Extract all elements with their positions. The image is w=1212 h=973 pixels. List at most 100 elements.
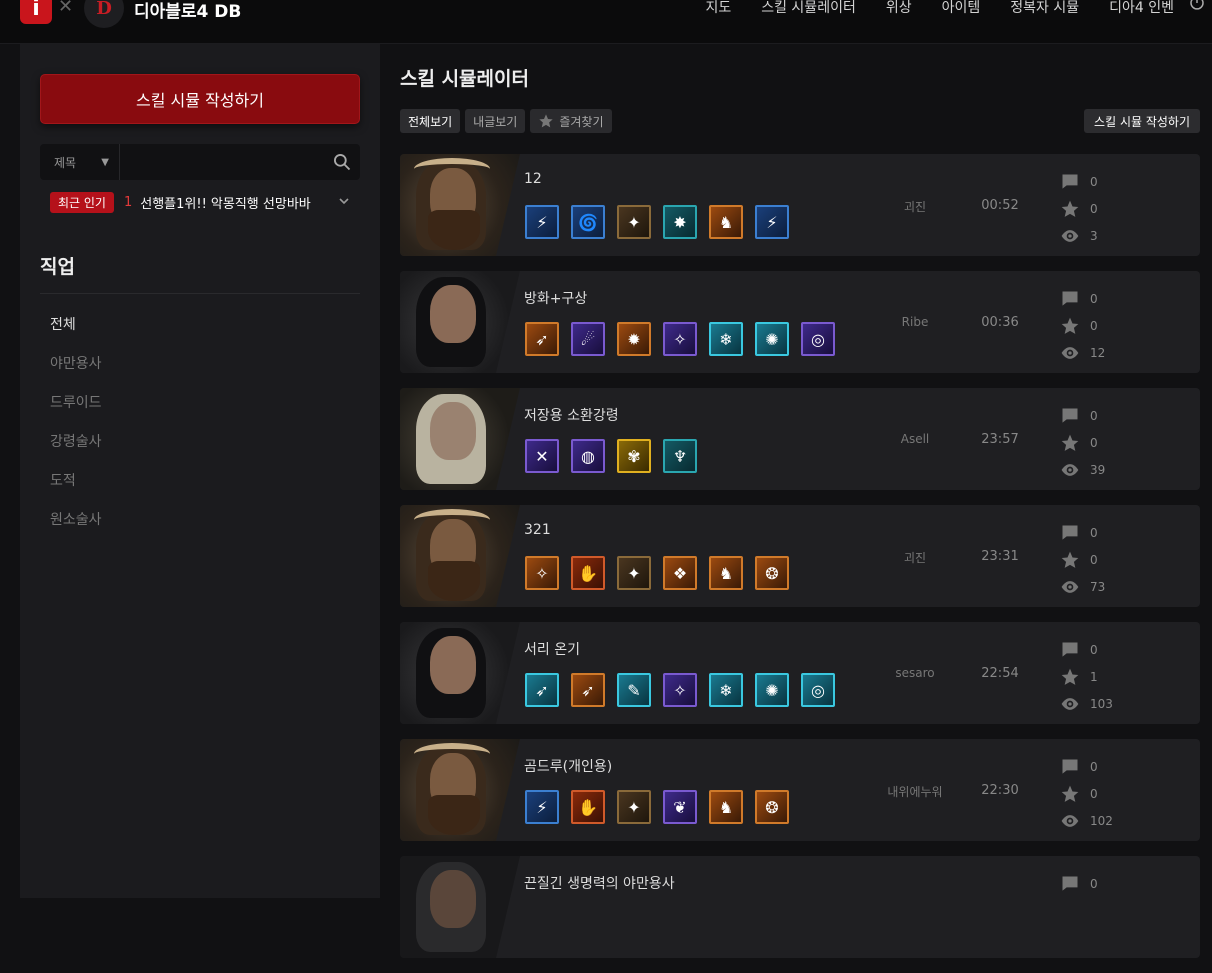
trending-post[interactable]: 최근 인기 1 선행플1위!! 악몽직행 선망바바 <box>50 191 360 213</box>
build-card[interactable]: 끈질긴 생명력의 야만용사 0 <box>400 856 1200 958</box>
class-filter-sorcerer[interactable]: 원소술사 <box>50 509 102 548</box>
eye-icon <box>1060 577 1080 597</box>
class-filter-necromancer[interactable]: 강령술사 <box>50 431 102 470</box>
view-count: 3 <box>1060 222 1098 249</box>
build-title[interactable]: 321 <box>524 522 551 538</box>
close-x-icon: ✕ <box>58 0 74 17</box>
skill-icon[interactable]: ♞ <box>709 205 743 239</box>
skill-icon[interactable]: ♞ <box>709 556 743 590</box>
star-count: 0 <box>1060 546 1105 573</box>
skill-bar: ⚡ ✋ ✦ ❦ ♞ ❂ <box>525 790 789 824</box>
search-type-select[interactable]: 제목 ▼ <box>40 144 120 180</box>
skill-bar: ➶ ☄ ✹ ✧ ❄ ✺ ◎ <box>525 322 835 356</box>
eye-icon <box>1060 460 1080 480</box>
skill-icon[interactable]: ➶ <box>525 322 559 356</box>
tab-favorites[interactable]: 즐겨찾기 <box>530 109 612 133</box>
search-icon[interactable] <box>324 144 360 180</box>
build-card[interactable]: 321 ✧ ✋ ✦ ❖ ♞ ❂ 괴진 23:31 0 0 73 <box>400 505 1200 607</box>
write-skill-sim-button[interactable]: 스킬 시뮬 작성하기 <box>40 74 360 124</box>
star-icon <box>1060 667 1080 687</box>
inven-logo[interactable]: i <box>20 0 52 24</box>
build-card[interactable]: 저장용 소환강령 ✕ ◍ ✾ ♆ Asell 23:57 0 0 39 <box>400 388 1200 490</box>
nav-map[interactable]: 지도 <box>705 0 731 17</box>
author-name: 괴진 <box>903 200 927 214</box>
comment-icon <box>1060 289 1080 309</box>
class-portrait <box>400 856 520 958</box>
class-filter-druid[interactable]: 드루이드 <box>50 392 102 431</box>
skill-icon[interactable]: ♞ <box>709 790 743 824</box>
skill-icon[interactable]: ⚡ <box>755 205 789 239</box>
skill-icon[interactable]: ➶ <box>571 673 605 707</box>
skill-icon[interactable]: ⚡ <box>525 790 559 824</box>
nav-aspects[interactable]: 위상 <box>886 0 912 17</box>
skill-bar: ⚡ 🌀 ✦ ✸ ♞ ⚡ <box>525 205 789 239</box>
skill-icon[interactable]: ✺ <box>755 322 789 356</box>
skill-icon[interactable]: ✋ <box>571 556 605 590</box>
eye-icon <box>1060 694 1080 714</box>
skill-icon[interactable]: ❄ <box>709 322 743 356</box>
skill-icon[interactable]: ✸ <box>663 205 697 239</box>
diablo-logo[interactable]: D <box>84 0 124 28</box>
skill-icon[interactable]: ◍ <box>571 439 605 473</box>
nav-paragon-sim[interactable]: 정복자 시뮬 <box>1010 0 1079 17</box>
stats: 0 1 103 <box>1060 636 1113 717</box>
site-title[interactable]: 디아블로4 DB <box>134 0 241 22</box>
skill-icon[interactable]: ❂ <box>755 556 789 590</box>
build-card[interactable]: 곰드루(개인용) ⚡ ✋ ✦ ❦ ♞ ❂ 내위에누워 22:30 0 0 102 <box>400 739 1200 841</box>
skill-icon[interactable]: ✧ <box>663 322 697 356</box>
skill-icon[interactable]: ◎ <box>801 322 835 356</box>
star-count: 0 <box>1060 195 1098 222</box>
nav-inven[interactable]: 디아4 인벤 <box>1109 0 1174 17</box>
main-nav: 지도 스킬 시뮬레이터 위상 아이템 정복자 시뮬 디아4 인벤 <box>705 0 1174 17</box>
skill-icon[interactable]: ✕ <box>525 439 559 473</box>
build-title[interactable]: 12 <box>524 171 542 187</box>
skill-icon[interactable]: ◎ <box>801 673 835 707</box>
view-count: 103 <box>1060 690 1113 717</box>
chevron-down-icon[interactable] <box>338 195 350 210</box>
skill-icon[interactable]: ❖ <box>663 556 697 590</box>
skill-icon[interactable]: ❦ <box>663 790 697 824</box>
power-icon[interactable] <box>1188 0 1206 12</box>
skill-bar: ✧ ✋ ✦ ❖ ♞ ❂ <box>525 556 789 590</box>
search-input[interactable] <box>120 144 324 180</box>
skill-icon[interactable]: ⚡ <box>525 205 559 239</box>
skill-icon[interactable]: ❂ <box>755 790 789 824</box>
skill-icon[interactable]: 🌀 <box>571 205 605 239</box>
skill-icon[interactable]: ☄ <box>571 322 605 356</box>
stats: 0 0 12 <box>1060 285 1105 366</box>
build-title[interactable]: 곰드루(개인용) <box>524 756 612 776</box>
build-card[interactable]: 서리 온기 ➶ ➶ ✎ ✧ ❄ ✺ ◎ sesaro 22:54 0 1 103 <box>400 622 1200 724</box>
skill-icon[interactable]: ➶ <box>525 673 559 707</box>
skill-icon[interactable]: ✹ <box>617 322 651 356</box>
tab-mine[interactable]: 내글보기 <box>465 109 526 133</box>
build-title[interactable]: 저장용 소환강령 <box>524 405 619 425</box>
class-filter-barbarian[interactable]: 야만용사 <box>50 353 102 392</box>
view-count: 39 <box>1060 456 1105 483</box>
skill-icon[interactable]: ✦ <box>617 790 651 824</box>
skill-icon[interactable]: ✋ <box>571 790 605 824</box>
skill-icon[interactable]: ✧ <box>525 556 559 590</box>
skill-icon[interactable]: ✦ <box>617 556 651 590</box>
view-count: 12 <box>1060 339 1105 366</box>
tab-all[interactable]: 전체보기 <box>400 109 461 133</box>
build-title[interactable]: 끈질긴 생명력의 야만용사 <box>524 873 675 893</box>
nav-skill-simulator[interactable]: 스킬 시뮬레이터 <box>761 0 856 17</box>
build-card[interactable]: 방화+구상 ➶ ☄ ✹ ✧ ❄ ✺ ◎ Ribe 00:36 0 0 12 <box>400 271 1200 373</box>
skill-icon[interactable]: ✺ <box>755 673 789 707</box>
class-filter-all[interactable]: 전체 <box>50 314 102 353</box>
class-filter-rogue[interactable]: 도적 <box>50 470 102 509</box>
nav-items[interactable]: 아이템 <box>942 0 981 17</box>
skill-icon[interactable]: ✎ <box>617 673 651 707</box>
skill-icon[interactable]: ✾ <box>617 439 651 473</box>
skill-icon[interactable]: ❄ <box>709 673 743 707</box>
build-title[interactable]: 서리 온기 <box>524 639 580 659</box>
post-time: 23:31 <box>981 549 1019 564</box>
write-skill-sim-button-small[interactable]: 스킬 시뮬 작성하기 <box>1084 109 1200 133</box>
skill-icon[interactable]: ✧ <box>663 673 697 707</box>
skill-icon[interactable]: ✦ <box>617 205 651 239</box>
comment-count: 0 <box>1060 636 1113 663</box>
trending-title: 선행플1위!! 악몽직행 선망바바 <box>140 196 311 212</box>
skill-icon[interactable]: ♆ <box>663 439 697 473</box>
build-title[interactable]: 방화+구상 <box>524 288 587 308</box>
build-card[interactable]: 12 ⚡ 🌀 ✦ ✸ ♞ ⚡ 괴진 00:52 0 0 3 <box>400 154 1200 256</box>
